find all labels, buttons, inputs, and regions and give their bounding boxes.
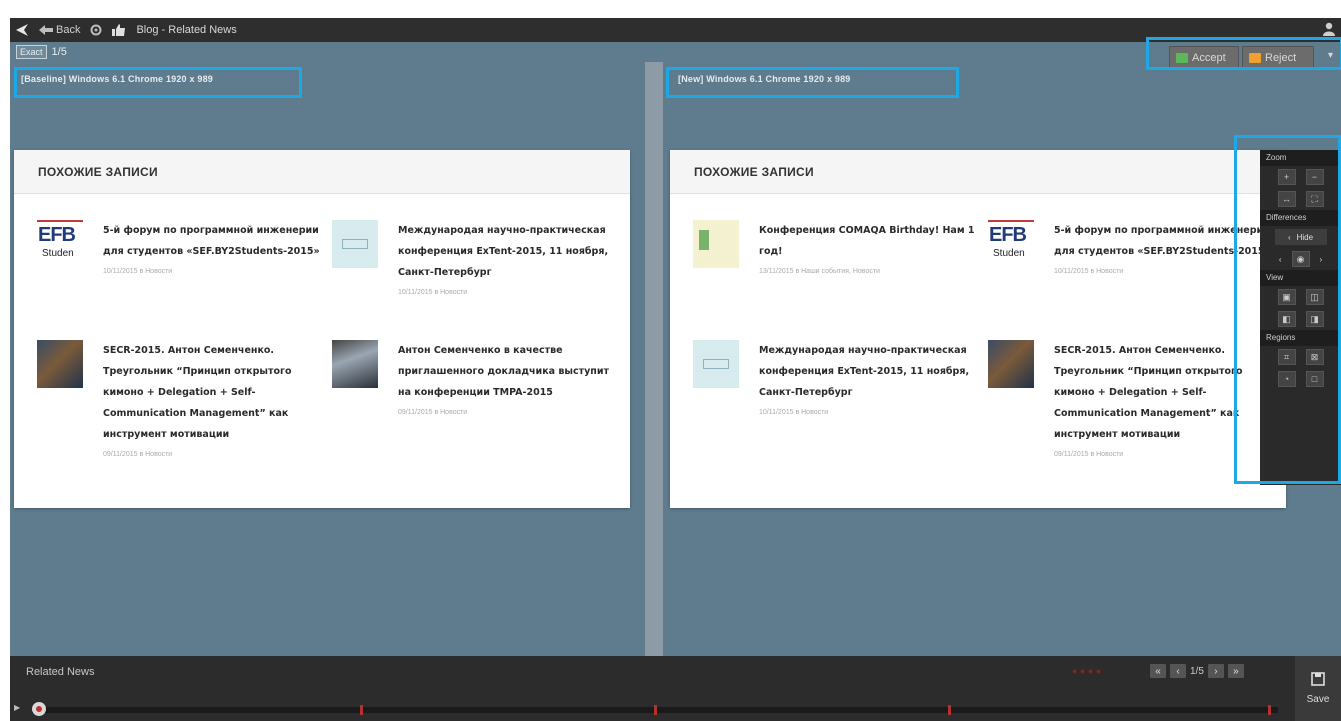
- highlight-baseline-label: [14, 67, 302, 98]
- page-indicator: 1/5: [1190, 665, 1204, 677]
- highlight-new-label: [666, 67, 959, 98]
- play-icon[interactable]: ▶: [14, 703, 20, 712]
- step-pager: « ‹ 1/5 › »: [1150, 664, 1244, 678]
- post-thumbnail: [988, 340, 1034, 388]
- save-icon: [1311, 672, 1325, 686]
- back-button[interactable]: Back: [34, 18, 85, 42]
- back-label: Back: [56, 24, 81, 36]
- post-thumbnail: [37, 340, 83, 388]
- app-logo-icon[interactable]: [10, 18, 34, 42]
- split-divider[interactable]: [645, 62, 663, 656]
- efb-logo: EFB Studen: [37, 220, 83, 268]
- efb-logo: EFB Studen: [988, 220, 1034, 268]
- post-title[interactable]: Международая научно-практическая конфере…: [759, 340, 983, 403]
- post-title[interactable]: SECR-2015. Антон Семенченко. Треугольник…: [103, 340, 327, 445]
- match-level-select[interactable]: Exact: [16, 45, 47, 59]
- save-button[interactable]: Save: [1295, 656, 1341, 721]
- save-label: Save: [1306, 694, 1330, 705]
- post-title[interactable]: Антон Семенченко в качестве приглашенног…: [398, 340, 622, 403]
- sub-toolbar: Exact 1/5: [10, 42, 1341, 62]
- post-meta: 09/11/2015 в Новости: [103, 451, 173, 458]
- user-icon[interactable]: [1323, 22, 1335, 36]
- next-step-icon[interactable]: ›: [1207, 664, 1224, 678]
- list-item[interactable]: EFB Studen 5-й форум по программной инже…: [37, 220, 327, 275]
- prev-step-icon[interactable]: ‹: [1170, 664, 1186, 678]
- post-thumbnail: [332, 220, 378, 268]
- post-title[interactable]: Международая научно-практическая конфере…: [398, 220, 622, 283]
- post-meta: 10/11/2015 в Новости: [759, 409, 829, 416]
- step-counter: 1/5: [51, 46, 67, 58]
- post-meta: 10/11/2015 в Новости: [103, 268, 173, 275]
- baseline-related-posts-card: ПОХОЖИЕ ЗАПИСИ EFB Studen 5-й форум по п…: [14, 150, 630, 508]
- first-step-icon[interactable]: «: [1150, 664, 1166, 678]
- status-indicator: ● ● ● ●: [1072, 666, 1102, 676]
- last-step-icon[interactable]: »: [1227, 664, 1244, 678]
- app-window: Back Blog - Related News Exact 1/5 Accep…: [10, 18, 1341, 721]
- post-meta: 13/11/2015 в Наши события, Новости: [759, 268, 880, 275]
- post-meta: 09/11/2015 в Новости: [398, 409, 468, 416]
- card-heading: ПОХОЖИЕ ЗАПИСИ: [14, 150, 630, 194]
- timeline-marker[interactable]: [654, 705, 657, 715]
- post-title[interactable]: Конференция COMAQA Birthday! Нам 1 год!: [759, 220, 983, 262]
- card-heading: ПОХОЖИЕ ЗАПИСИ: [670, 150, 1286, 194]
- thumbs-up-icon[interactable]: [107, 18, 130, 42]
- post-thumbnail: [693, 340, 739, 388]
- new-related-posts-card: ПОХОЖИЕ ЗАПИСИ Конференция COMAQA Birthd…: [670, 150, 1286, 508]
- arrow-left-icon: [39, 25, 53, 35]
- post-thumbnail: [332, 340, 378, 388]
- timeline-marker[interactable]: [1268, 705, 1271, 715]
- page-title: Blog - Related News: [136, 24, 237, 36]
- bottom-bar: Related News ● ● ● ● « ‹ 1/5 › » Save ▶: [10, 656, 1341, 721]
- highlight-tools-panel: [1234, 135, 1341, 484]
- test-name: Related News: [26, 666, 95, 678]
- top-bar: Back Blog - Related News: [10, 18, 1341, 42]
- post-title[interactable]: 5-й форум по программной инженерии для с…: [103, 220, 327, 262]
- post-thumbnail: [693, 220, 739, 268]
- post-meta: 10/11/2015 в Новости: [398, 289, 468, 296]
- record-icon[interactable]: [32, 702, 46, 716]
- timeline-marker[interactable]: [948, 705, 951, 715]
- highlight-accept-reject: [1146, 37, 1341, 70]
- timeline-marker[interactable]: [360, 705, 363, 715]
- gear-icon[interactable]: [85, 18, 107, 42]
